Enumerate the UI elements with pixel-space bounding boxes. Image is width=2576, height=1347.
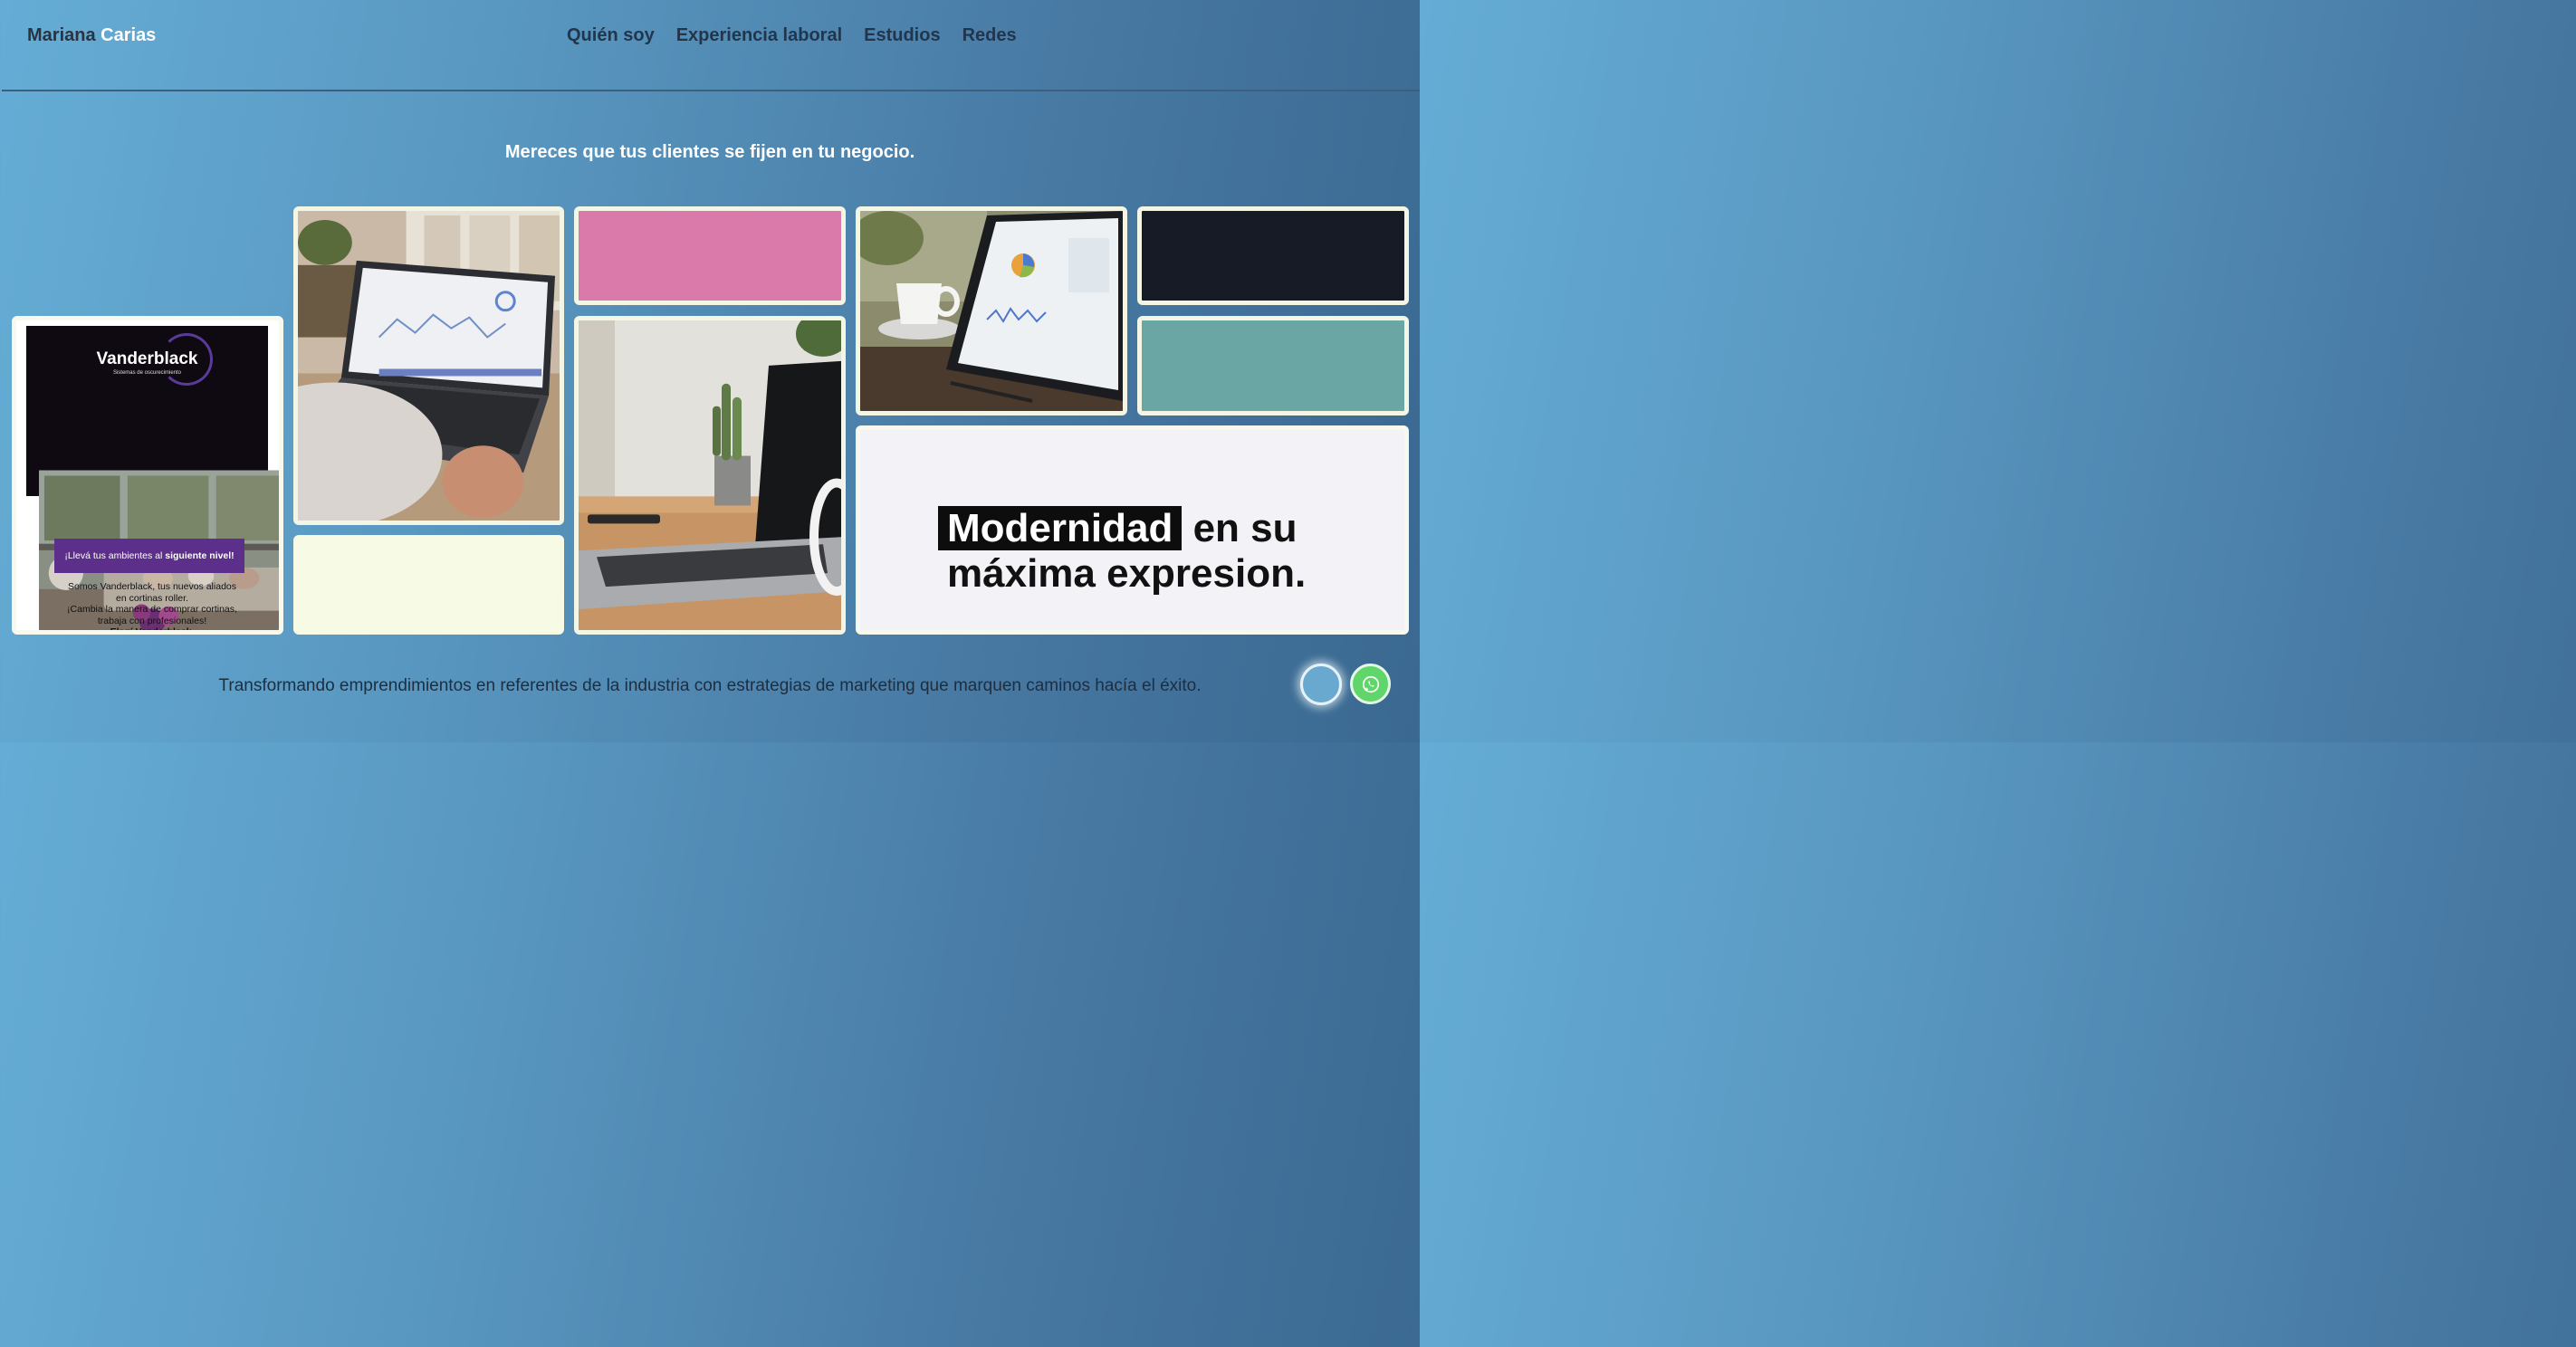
nav-quien-soy[interactable]: Quién soy (567, 25, 655, 46)
modernidad-line-1: Modernidad en su (938, 506, 1297, 551)
gallery-tile-laptop-desk[interactable] (574, 316, 846, 635)
gallery-tile-vanderblack[interactable]: Vanderblack Sistemas de oscurecimiento ¡… (12, 316, 283, 635)
vanderblack-banner-strong: siguiente nivel! (165, 550, 235, 561)
nav-estudios[interactable]: Estudios (864, 25, 940, 46)
gallery-tile-modernidad[interactable]: Modernidad en su máxima expresion. (856, 425, 1409, 635)
gallery-tile-teal[interactable] (1137, 316, 1409, 416)
vanderblack-closing: Elegí Vanderblack. (110, 626, 195, 635)
laptop-dashboard-photo (298, 211, 560, 521)
gallery-tile-cream[interactable] (293, 535, 564, 635)
gallery-tile-laptop-dashboard[interactable] (293, 206, 564, 525)
gallery-tile-pink[interactable] (574, 206, 846, 305)
whatsapp-icon (1362, 675, 1379, 693)
gallery-tile-tablet-analytics[interactable] (856, 206, 1127, 416)
tagline: Mereces que tus clientes se fijen en tu … (504, 142, 915, 162)
vanderblack-line-4: trabaja con profesionales! (97, 615, 207, 626)
brand-logo[interactable]: Mariana Carias (27, 25, 156, 46)
vanderblack-logo-sub: Sistemas de oscurecimiento (112, 370, 182, 376)
modernidad-line-2: máxima expresion. (947, 551, 1307, 596)
main-nav: Quién soy Experiencia laboral Estudios R… (567, 25, 1017, 46)
modernidad-highlight: Modernidad (938, 506, 1183, 550)
footer-statement: Transformando emprendimientos en referen… (218, 676, 1202, 695)
gallery-tile-dark[interactable] (1137, 206, 1409, 305)
vanderblack-line-3: ¡Cambia la manera de comprar cortinas, (67, 604, 237, 615)
whatsapp-button[interactable] (1350, 664, 1391, 704)
vanderblack-logo: Vanderblack (96, 349, 198, 368)
vanderblack-body: Somos Vanderblack, tus nuevos aliados en… (34, 581, 270, 635)
nav-experiencia-laboral[interactable]: Experiencia laboral (676, 25, 842, 46)
nav-redes[interactable]: Redes (962, 25, 1017, 46)
laptop-desk-photo (579, 320, 841, 630)
vanderblack-banner: ¡Llevá tus ambientes al siguiente nivel! (54, 539, 244, 573)
vanderblack-banner-text: ¡Llevá tus ambientes al (64, 550, 163, 561)
modernidad-rest: en su (1192, 506, 1298, 550)
vanderblack-line-2: en cortinas roller. (116, 592, 188, 604)
brand-last-name: Carias (101, 25, 157, 45)
tablet-analytics-photo (860, 211, 1123, 411)
floating-action-button[interactable] (1300, 664, 1342, 705)
header-divider (2, 90, 1420, 91)
vanderblack-line-1: Somos Vanderblack, tus nuevos aliados (68, 581, 236, 592)
brand-first-name: Mariana (27, 25, 96, 45)
